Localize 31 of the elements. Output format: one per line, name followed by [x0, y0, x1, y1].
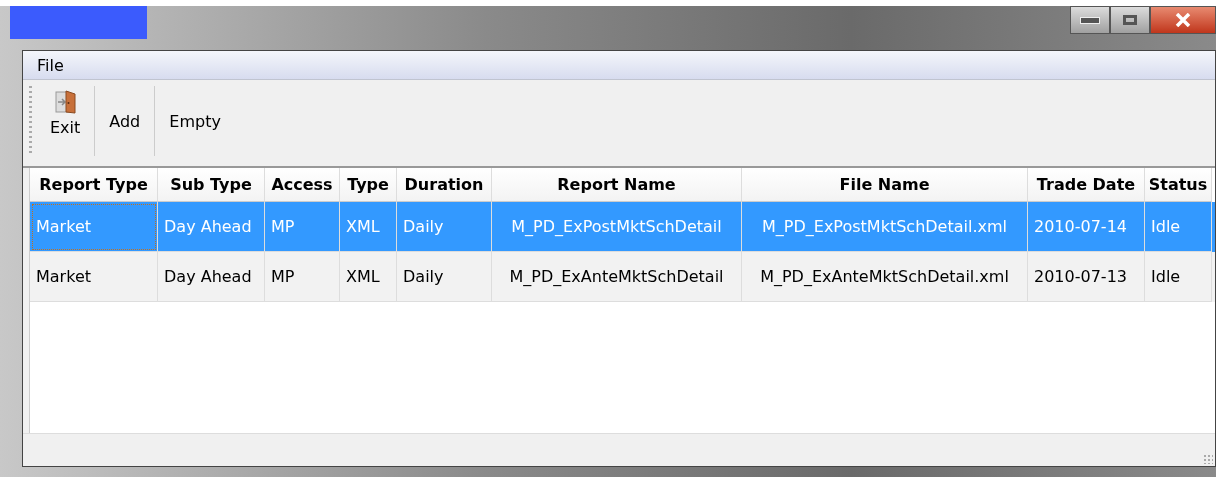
table-row[interactable]: Market Day Ahead MP XML Daily M_PD_ExAnteMktSchDetail M_PD_ExAnteMktSchDetail.xml 2010-07-13 Idle	[30, 252, 1215, 302]
table-cell: Daily	[397, 252, 492, 302]
close-icon	[1175, 13, 1191, 27]
table-cell: Market	[30, 202, 158, 252]
menu-item[interactable]: File	[37, 55, 64, 75]
column-header[interactable]: Type	[340, 168, 397, 202]
column-header[interactable]: Trade Date	[1028, 168, 1145, 202]
table-cell: Idle	[1145, 252, 1212, 302]
toolbar-button[interactable]: Empty	[161, 86, 229, 156]
column-header[interactable]: Report Name	[492, 168, 742, 202]
exit-button[interactable]: Exit	[42, 86, 89, 156]
table-cell: XML	[340, 252, 397, 302]
close-button[interactable]	[1150, 6, 1216, 34]
minimize-button[interactable]	[1070, 6, 1110, 34]
door-icon	[54, 90, 77, 114]
table-cell: 2010-07-13	[1028, 252, 1145, 302]
maximize-button[interactable]	[1110, 6, 1150, 34]
table-cell: M_PD_ExAnteMktSchDetail	[492, 252, 742, 302]
table-cell: Market	[30, 252, 158, 302]
column-header[interactable]: File Name	[742, 168, 1028, 202]
column-header[interactable]: Report Type	[30, 168, 158, 202]
toolbar-grip	[29, 86, 32, 156]
column-header[interactable]: Duration	[397, 168, 492, 202]
resize-grip[interactable]	[1203, 454, 1213, 464]
column-header[interactable]: Access	[265, 168, 340, 202]
column-header[interactable]: Sub Type	[158, 168, 265, 202]
toolbar-button[interactable]: Add	[101, 86, 149, 156]
column-header[interactable]: Status	[1145, 168, 1212, 202]
table-cell: MP	[265, 252, 340, 302]
table-cell: Day Ahead	[158, 252, 265, 302]
table-cell: M_PD_ExAnteMktSchDetail.xml	[742, 252, 1028, 302]
